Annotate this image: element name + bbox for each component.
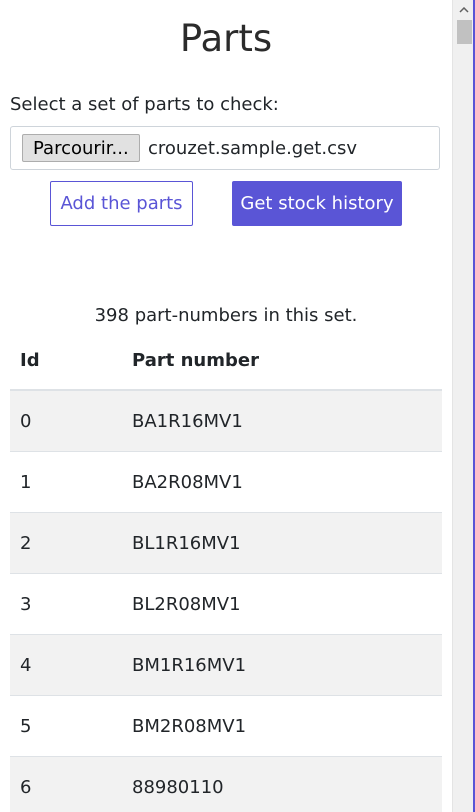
scrollbar-thumb[interactable] <box>457 20 472 44</box>
add-parts-button[interactable]: Add the parts <box>50 181 193 226</box>
file-select-label: Select a set of parts to check: <box>10 94 279 115</box>
table-header: Id Part number <box>10 332 442 391</box>
parts-table: Id Part number 0 BA1R16MV1 1 BA2R08MV1 2… <box>10 332 442 812</box>
table-row: 0 BA1R16MV1 <box>10 391 442 452</box>
selected-file-name: crouzet.sample.get.csv <box>148 138 357 159</box>
row-id: 1 <box>20 472 32 493</box>
row-part-number: BL1R16MV1 <box>132 533 241 554</box>
get-stock-history-button[interactable]: Get stock history <box>232 181 402 226</box>
row-part-number: BA2R08MV1 <box>132 472 243 493</box>
row-id: 2 <box>20 533 32 554</box>
table-row: 3 BL2R08MV1 <box>10 574 442 635</box>
table-row: 4 BM1R16MV1 <box>10 635 442 696</box>
row-part-number: BM2R08MV1 <box>132 716 247 737</box>
table-row: 1 BA2R08MV1 <box>10 452 442 513</box>
column-header-id: Id <box>20 350 40 371</box>
page-title: Parts <box>179 17 273 60</box>
table-row: 2 BL1R16MV1 <box>10 513 442 574</box>
app-viewport: Parts Select a set of parts to check: Pa… <box>0 0 475 812</box>
table-row: 6 88980110 <box>10 757 442 812</box>
chevron-up-icon[interactable] <box>453 0 475 20</box>
browse-button[interactable]: Parcourir... <box>22 134 140 162</box>
row-part-number: BL2R08MV1 <box>132 594 241 615</box>
row-id: 5 <box>20 716 32 737</box>
row-part-number: BA1R16MV1 <box>132 411 243 432</box>
column-header-part-number: Part number <box>132 350 259 371</box>
table-row: 5 BM2R08MV1 <box>10 696 442 757</box>
row-id: 6 <box>20 777 32 798</box>
row-id: 3 <box>20 594 32 615</box>
row-part-number: BM1R16MV1 <box>132 655 247 676</box>
page-content: Parts Select a set of parts to check: Pa… <box>0 0 452 812</box>
row-id: 0 <box>20 411 32 432</box>
row-part-number: 88980110 <box>132 777 224 798</box>
file-input[interactable]: Parcourir... crouzet.sample.get.csv <box>10 126 440 170</box>
vertical-scrollbar[interactable] <box>452 0 475 812</box>
part-count-text: 398 part-numbers in this set. <box>94 305 358 326</box>
row-id: 4 <box>20 655 32 676</box>
